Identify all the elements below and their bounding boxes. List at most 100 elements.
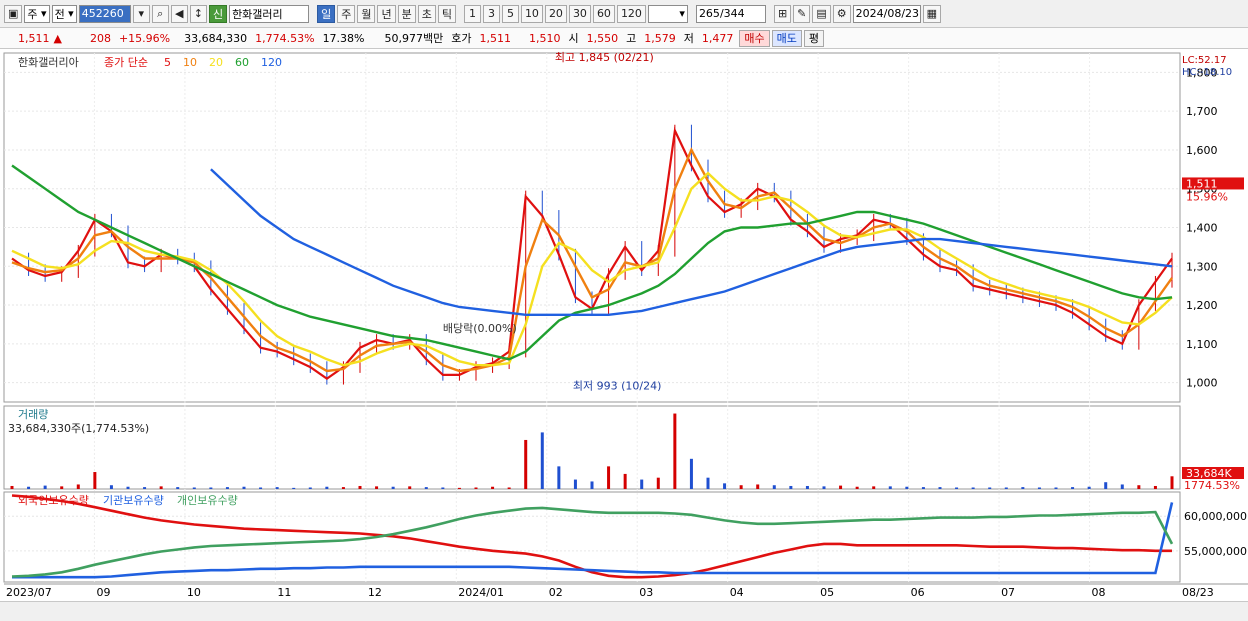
trade-amount: 50,977백만	[384, 32, 444, 45]
code-dropdown-icon[interactable]: ▾	[132, 4, 150, 23]
interval-3[interactable]: 3	[482, 4, 500, 23]
volume-bar	[772, 485, 776, 489]
panel-frame	[3, 405, 1181, 490]
volume-bar	[10, 485, 14, 489]
speaker-icon[interactable]: ◀	[170, 4, 188, 23]
volume-bar	[275, 487, 279, 489]
legend-ma-10: 10	[183, 56, 197, 69]
bottom-scroll-bar[interactable]	[0, 601, 1248, 621]
gear-icon[interactable]: ⚙	[832, 4, 851, 23]
chart-area[interactable]: 1,8001,7001,6001,5001,4001,3001,2001,100…	[0, 49, 1248, 601]
volume-bar	[1037, 487, 1041, 489]
high-label: 고	[626, 32, 637, 45]
price-tick-label: 1,100	[1186, 338, 1218, 351]
volume-bar	[822, 486, 826, 489]
legend-volume-value: 33,684,330주(1,774.53%)	[8, 422, 149, 435]
holding-line-0	[11, 494, 1172, 579]
arrow-icon[interactable]: ↕	[189, 4, 207, 23]
tab-second[interactable]: 초	[417, 4, 436, 23]
sell-button[interactable]: 매도	[771, 29, 802, 47]
prev-select[interactable]: 전 ▾	[51, 4, 77, 23]
price-tick-label: 1,700	[1186, 105, 1218, 118]
interval-1[interactable]: 1	[463, 4, 481, 23]
volume-bar	[308, 487, 312, 489]
x-tick-label: 02	[549, 586, 563, 599]
x-tick-label: 10	[187, 586, 201, 599]
high-price: 1,579	[644, 31, 676, 45]
x-tick-label: 2024/01	[458, 586, 504, 599]
interval-custom-select[interactable]: ▾	[647, 4, 688, 23]
volume-bar	[60, 486, 64, 489]
volume-bar	[739, 485, 743, 489]
interval-5[interactable]: 5	[501, 4, 519, 23]
volume-bar	[706, 477, 710, 489]
chart-settings-icon[interactable]: ▣	[4, 4, 23, 23]
tab-week[interactable]: 주	[337, 4, 356, 23]
legend-ma-120: 120	[261, 56, 282, 69]
volume-bar	[1104, 482, 1108, 489]
volume-bar	[524, 439, 528, 489]
volume-bar	[408, 486, 412, 489]
volume-bar	[540, 432, 544, 489]
volume-bar	[375, 486, 379, 489]
interval-10[interactable]: 10	[520, 4, 543, 23]
volume-bar	[1137, 485, 1141, 489]
open-label: 시	[568, 32, 579, 45]
count-input[interactable]: 265/344	[695, 4, 766, 23]
volume-bar	[971, 487, 975, 489]
tab-month[interactable]: 월	[357, 4, 376, 23]
tab-minute[interactable]: 분	[397, 4, 416, 23]
price-change-pct: +15.96%	[118, 31, 171, 45]
volume-bar	[573, 479, 577, 489]
stock-code-input[interactable]: 452260	[78, 4, 131, 23]
volume-bar	[1170, 476, 1174, 489]
period-select[interactable]: 주 ▾	[24, 4, 50, 23]
price-tick-label: 1,200	[1186, 299, 1218, 312]
date-input[interactable]: 2024/08/23	[852, 4, 921, 23]
price-tick-label: 1,000	[1186, 377, 1218, 390]
volume-bar	[242, 486, 246, 489]
volume-bar	[491, 486, 495, 489]
volume-bar	[855, 486, 859, 489]
low-annotation: 최저 993 (10/24)	[573, 379, 662, 392]
volume-bar	[192, 487, 196, 489]
low-label: 저	[683, 32, 694, 45]
volume-bar	[292, 487, 296, 489]
volume-bar	[839, 485, 843, 489]
ma-line-60	[11, 164, 1173, 361]
bid-price: 1,510	[529, 31, 561, 45]
legend-volume-title: 거래량	[18, 408, 48, 421]
buy-button[interactable]: 매수	[739, 29, 770, 47]
legend-ma-prefix: 종가 단순	[104, 56, 148, 69]
grid-icon[interactable]: ⊞	[773, 4, 792, 23]
save-icon[interactable]: ▤	[812, 4, 831, 23]
interval-60[interactable]: 60	[592, 4, 615, 23]
bid-label: 호가	[451, 32, 472, 45]
last-pct-label: 15.96%	[1186, 190, 1228, 203]
tab-day[interactable]: 일	[317, 4, 336, 23]
volume-bar	[143, 487, 147, 489]
eval-button[interactable]: 평	[803, 29, 824, 47]
interval-20[interactable]: 20	[544, 4, 567, 23]
turnover-pct: 17.38%	[322, 31, 365, 45]
tab-year[interactable]: 년	[377, 4, 396, 23]
tab-tick[interactable]: 틱	[437, 4, 456, 23]
volume-bar	[109, 485, 113, 489]
calendar-icon[interactable]: ▦	[922, 4, 942, 23]
legend-lc: LC:52.17	[1182, 55, 1227, 66]
quote-bar: 1,511 ▲ 208 +15.96% 33,684,330 1,774.53%…	[0, 28, 1248, 49]
search-icon[interactable]: ⌕	[151, 4, 169, 23]
interval-30[interactable]: 30	[568, 4, 591, 23]
price-tick-label: 1,300	[1186, 260, 1218, 273]
volume-bar	[93, 472, 97, 489]
volume-bar	[1153, 485, 1157, 489]
holding-line-2	[11, 506, 1174, 578]
volume-bar	[689, 458, 693, 489]
holding-tick-label: 60,000,000	[1184, 510, 1247, 523]
draw-icon[interactable]: ✎	[793, 4, 811, 23]
stock-name: 한화갤러리	[229, 4, 310, 23]
legend-ma-20: 20	[209, 56, 223, 69]
up-arrow-icon: ▲	[53, 31, 62, 45]
volume-bar	[457, 487, 461, 489]
interval-120[interactable]: 120	[616, 4, 646, 23]
